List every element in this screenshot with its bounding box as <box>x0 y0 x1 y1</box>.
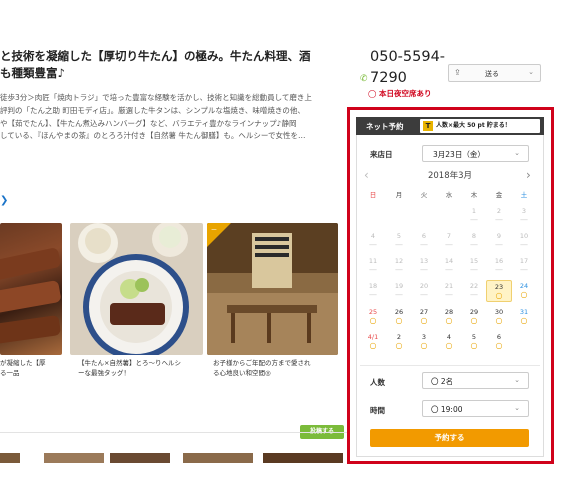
vacancy-circle-icon: ◯ <box>368 89 377 98</box>
card-badge: ー <box>211 227 218 234</box>
chevron-down-icon: ⌄ <box>528 68 534 76</box>
divider <box>0 432 348 433</box>
photo-strip-1[interactable] <box>0 453 20 463</box>
send-button[interactable]: ⇪ 送る ⌄ <box>448 64 541 82</box>
restaurant-headline: と技術を凝縮した【厚切り牛たん】の極み。牛たん料理、酒 も種類豊富♪ <box>0 49 311 80</box>
card-photo-2[interactable] <box>70 223 203 355</box>
share-icon: ⇪ <box>454 68 461 77</box>
interior-image <box>207 223 338 355</box>
tongue-set-image <box>78 223 189 355</box>
phone-icon: ✆ <box>360 74 368 84</box>
highlight-frame <box>347 107 554 464</box>
photo-strip-2[interactable] <box>44 453 104 463</box>
section-marker-icon: ❯ <box>0 195 9 206</box>
card-caption-2[interactable]: 【牛たん×自然薯】とろ〜りヘルシ ーな最強タッグ！ <box>78 358 203 378</box>
photo-strip-3[interactable] <box>110 453 170 463</box>
steak-image <box>0 248 61 344</box>
photo-strip-5[interactable] <box>263 453 343 463</box>
card-caption-3[interactable]: お子様からご年配の方まで愛され る心地良い和空間◎ <box>213 358 338 378</box>
card-photo-3[interactable]: ー <box>207 223 338 355</box>
restaurant-description: 徒歩3分＞肉匠「焼肉トラジ」で培った豊富な経験を活かし、技術と知識を総動員して磨… <box>0 93 312 141</box>
photo-strip-4[interactable] <box>183 453 253 463</box>
card-photo-1[interactable] <box>0 223 62 355</box>
vacancy-status: ◯ 本日夜空席あり <box>368 88 432 99</box>
card-caption-1[interactable]: が凝縮した【厚 る一品 <box>0 358 62 378</box>
phone-number[interactable]: 050-5594- 7290 <box>370 47 445 89</box>
vacancy-text: 本日夜空席あり <box>379 89 432 98</box>
send-label: 送る <box>485 70 499 78</box>
